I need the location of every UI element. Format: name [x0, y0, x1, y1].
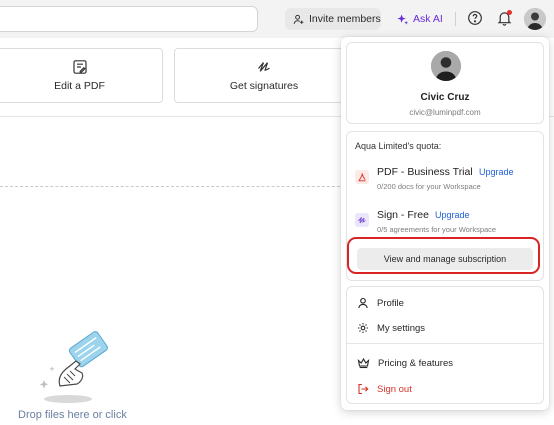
- get-signatures-label: Get signatures: [229, 80, 299, 92]
- ask-ai-button[interactable]: Ask AI: [396, 8, 443, 30]
- user-name: Civic Cruz: [420, 92, 470, 103]
- get-signatures-card[interactable]: Get signatures: [174, 48, 354, 103]
- avatar-photo: [524, 8, 546, 30]
- menu-item-label: Pricing & features: [378, 357, 453, 369]
- menu-item-settings[interactable]: My settings: [357, 319, 425, 337]
- plan-usage: 0/5 agreements for your Workspace: [377, 225, 497, 234]
- upgrade-link[interactable]: Upgrade: [435, 210, 470, 220]
- menu-item-pricing[interactable]: Pricing & features: [357, 354, 453, 372]
- notification-badge: [507, 10, 512, 15]
- menu-item-label: My settings: [377, 322, 426, 334]
- top-bar: Invite members Ask AI: [0, 0, 554, 38]
- menu-item-label: Sign out: [377, 383, 412, 395]
- ask-ai-label: Ask AI: [413, 13, 443, 25]
- invite-members-label: Invite members: [309, 13, 381, 25]
- avatar[interactable]: [524, 8, 546, 30]
- avatar-photo: [431, 51, 461, 81]
- user-email: civic@luminpdf.com: [409, 108, 481, 117]
- divider: [347, 343, 543, 344]
- quota-title: Aqua Limited's quota:: [355, 141, 442, 151]
- user-icon: [358, 297, 368, 309]
- user-card: Civic Cruz civic@luminpdf.com: [346, 42, 544, 124]
- sign-out-icon: [358, 383, 369, 395]
- search-input[interactable]: [0, 6, 258, 32]
- plan-usage: 0/200 docs for your Workspace: [377, 182, 481, 191]
- pdf-icon: [355, 170, 369, 184]
- highlight-annotation: [347, 237, 540, 274]
- help-icon[interactable]: [467, 10, 483, 26]
- upgrade-link[interactable]: Upgrade: [479, 167, 514, 177]
- divider: [455, 12, 456, 26]
- gear-icon: [358, 323, 368, 333]
- sparkle-icon: [397, 13, 409, 25]
- plan-row-pdf: PDF - Business Trial Upgrade 0/200 docs …: [355, 166, 540, 200]
- crown-icon: [357, 357, 370, 369]
- drop-zone-text[interactable]: Drop files here or click: [18, 409, 127, 421]
- edit-pdf-card[interactable]: Edit a PDF: [0, 48, 163, 103]
- avatar: [431, 51, 461, 81]
- drop-zone-border: [0, 186, 350, 187]
- add-user-icon: [293, 14, 304, 24]
- edit-pdf-label: Edit a PDF: [54, 80, 105, 92]
- account-dropdown: Civic Cruz civic@luminpdf.com Aqua Limit…: [341, 37, 549, 410]
- menu-item-label: Profile: [377, 297, 404, 309]
- upload-illustration: [39, 331, 108, 403]
- signature-icon: [258, 62, 270, 72]
- edit-pdf-icon: [72, 60, 87, 74]
- menu-item-sign-out[interactable]: Sign out: [357, 380, 412, 398]
- invite-members-button[interactable]: Invite members: [285, 8, 381, 30]
- plan-name: PDF - Business Trial: [377, 166, 473, 178]
- sign-icon: [355, 213, 369, 227]
- menu-item-profile[interactable]: Profile: [357, 294, 404, 312]
- account-menu: Profile My settings Pricing & features S…: [346, 286, 544, 404]
- plan-name: Sign - Free: [377, 209, 429, 221]
